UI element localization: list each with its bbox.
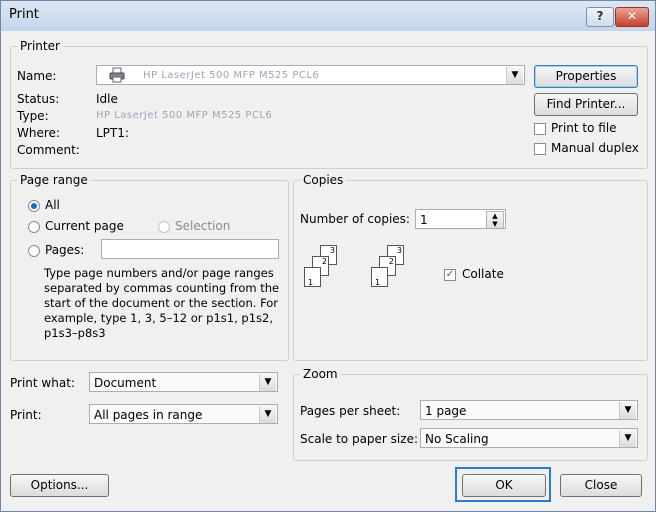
copies-legend: Copies xyxy=(303,173,344,187)
print-range-value: All pages in range xyxy=(94,408,203,422)
close-button[interactable]: Close xyxy=(560,474,642,497)
options-button[interactable]: Options... xyxy=(10,474,109,497)
chevron-down-icon[interactable]: ▼ xyxy=(506,67,523,84)
help-icon: ? xyxy=(596,9,604,23)
pages-label[interactable]: Pages: xyxy=(45,243,84,257)
title-bar[interactable]: Print ? ✕ xyxy=(1,1,655,31)
all-radio[interactable] xyxy=(28,200,40,212)
page-1-icon: 1 xyxy=(304,267,321,287)
window-title: Print xyxy=(9,7,39,22)
ok-label: OK xyxy=(495,478,513,492)
chevron-down-icon[interactable]: ▼ xyxy=(259,406,276,423)
printer-name-select[interactable]: HP LaserJet 500 MFP M525 PCL6 ▼ xyxy=(96,65,525,85)
page-range-legend: Page range xyxy=(20,173,88,187)
pages-radio[interactable] xyxy=(28,245,40,257)
collate-checkbox[interactable]: ✓ xyxy=(444,269,456,281)
copies-value: 1 xyxy=(420,213,428,227)
current-page-label[interactable]: Current page xyxy=(45,219,124,233)
pages-per-sheet-select[interactable]: 1 page ▼ xyxy=(420,400,638,420)
manual-duplex-checkbox[interactable] xyxy=(534,143,546,155)
scale-select[interactable]: No Scaling ▼ xyxy=(420,428,638,448)
print-range-select[interactable]: All pages in range ▼ xyxy=(89,404,278,424)
print-to-file-label[interactable]: Print to file xyxy=(551,121,617,135)
print-to-file-checkbox[interactable] xyxy=(534,123,546,135)
printer-icon xyxy=(109,67,125,84)
spin-arrows-icon[interactable]: ▲ ▼ xyxy=(486,211,504,228)
options-label: Options... xyxy=(30,478,89,492)
selection-radio[interactable] xyxy=(158,221,170,233)
scale-value: No Scaling xyxy=(425,432,489,446)
status-value: Idle xyxy=(96,92,118,106)
chevron-down-icon[interactable]: ▼ xyxy=(259,374,276,391)
all-label[interactable]: All xyxy=(45,198,60,212)
help-button[interactable]: ? xyxy=(586,7,614,27)
close-label: Close xyxy=(584,478,618,492)
current-page-radio[interactable] xyxy=(28,221,40,233)
where-value: LPT1: xyxy=(96,126,129,140)
print-what-label: Print what: xyxy=(10,376,75,390)
type-label: Type: xyxy=(17,109,49,123)
printer-group-legend: Printer xyxy=(20,39,60,53)
page-1b-icon: 1 xyxy=(371,267,388,287)
chevron-down-icon[interactable]: ▼ xyxy=(619,402,636,419)
zoom-legend: Zoom xyxy=(303,367,338,381)
type-value: HP LaserJet 500 MFP M525 PCL6 xyxy=(96,110,273,121)
comment-label: Comment: xyxy=(17,143,80,157)
find-printer-label: Find Printer... xyxy=(546,97,626,111)
find-printer-button[interactable]: Find Printer... xyxy=(534,93,638,116)
close-icon: ✕ xyxy=(626,9,638,23)
page-range-help-text: Type page numbers and/or page ranges sep… xyxy=(44,266,280,340)
number-of-copies-label: Number of copies: xyxy=(300,212,410,226)
properties-button[interactable]: Properties xyxy=(534,65,638,88)
print-what-select[interactable]: Document ▼ xyxy=(89,372,278,392)
pages-per-sheet-label: Pages per sheet: xyxy=(300,404,401,418)
printer-name-value: HP LaserJet 500 MFP M525 PCL6 xyxy=(143,70,320,81)
name-label: Name: xyxy=(17,69,57,83)
print-what-value: Document xyxy=(94,376,157,390)
print-label: Print: xyxy=(10,408,42,422)
scale-label: Scale to paper size: xyxy=(300,432,418,446)
pages-per-sheet-value: 1 page xyxy=(425,404,467,418)
manual-duplex-label[interactable]: Manual duplex xyxy=(551,141,639,155)
ok-button[interactable]: OK xyxy=(462,474,546,497)
selection-label: Selection xyxy=(175,219,231,233)
where-label: Where: xyxy=(17,126,60,140)
properties-label: Properties xyxy=(555,69,617,83)
window-close-button[interactable]: ✕ xyxy=(615,7,649,27)
print-dialog: Print ? ✕ Printer Name: HP LaserJet 500 … xyxy=(0,0,656,512)
copies-input[interactable]: 1 ▲ ▼ xyxy=(415,209,506,229)
collate-label[interactable]: Collate xyxy=(462,267,504,281)
pages-input[interactable] xyxy=(101,239,279,259)
chevron-down-icon[interactable]: ▼ xyxy=(619,430,636,447)
status-label: Status: xyxy=(17,92,60,106)
